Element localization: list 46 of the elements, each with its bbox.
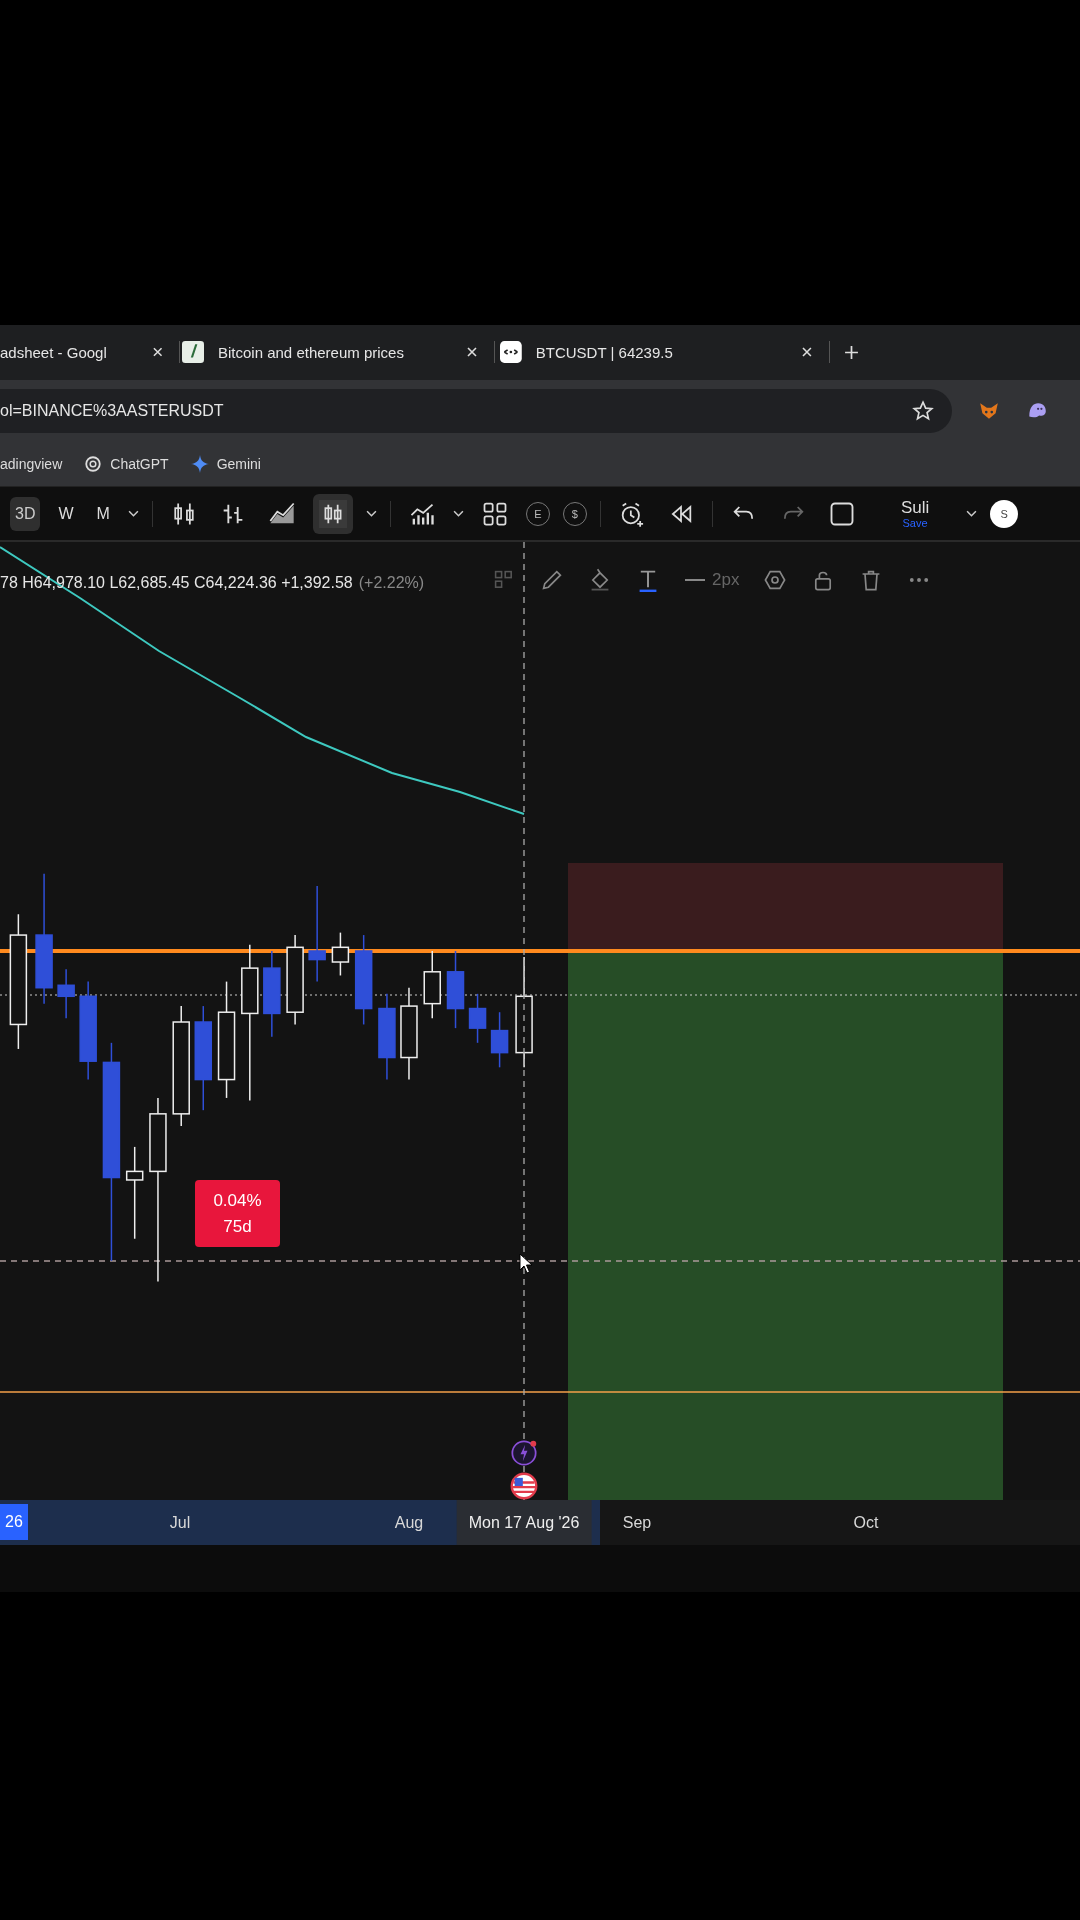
interval-button[interactable]: M xyxy=(91,496,115,531)
close-icon[interactable] xyxy=(151,346,164,359)
candlestick xyxy=(490,1011,509,1069)
tab-title[interactable]: adsheet - Googl xyxy=(0,343,134,361)
axis-date-label: 26 xyxy=(0,1504,28,1540)
candlestick xyxy=(423,950,441,1020)
tab-title[interactable]: Bitcoin and ethereum prices xyxy=(218,343,448,361)
sparkle-icon xyxy=(190,455,209,474)
measure-label: 0.04% 75d xyxy=(195,1180,280,1247)
site-favicon-icon xyxy=(182,341,204,364)
candlestick-icon[interactable] xyxy=(312,493,353,534)
caret-icon[interactable] xyxy=(127,510,139,518)
axis-date-label: Sep xyxy=(622,1513,652,1533)
site-favicon-icon xyxy=(500,341,522,364)
bookmark-link[interactable]: Gemini xyxy=(190,455,261,474)
settings-icon[interactable] xyxy=(763,568,788,592)
tab-title[interactable]: BTCUSDT | 64239.5 xyxy=(535,343,784,361)
candlestick xyxy=(468,993,487,1044)
axis-date-label: Jul xyxy=(169,1513,191,1533)
interval-button[interactable]: W xyxy=(53,496,79,531)
change-percent: (+2.22%) xyxy=(358,574,425,592)
close-icon[interactable] xyxy=(466,346,478,359)
bookmark-link[interactable]: ChatGPT xyxy=(84,455,169,474)
cursor-arrow-icon xyxy=(519,1253,533,1275)
caret-icon[interactable] xyxy=(452,510,464,518)
crosshair-date-label: Mon 17 Aug '26 xyxy=(456,1500,592,1545)
line-width-icon xyxy=(684,578,706,582)
bookmark-star-icon[interactable] xyxy=(912,400,934,423)
candlestick xyxy=(57,968,75,1020)
flag-event-icon[interactable] xyxy=(510,1472,538,1500)
axis-date-label: Aug xyxy=(394,1513,424,1533)
horizontal-line[interactable] xyxy=(0,949,1080,953)
bookmark-link[interactable]: adingview xyxy=(0,456,63,473)
close-icon[interactable] xyxy=(801,346,813,359)
layout-save-button[interactable]: Suli Save xyxy=(900,498,930,529)
axis-date-label: Oct xyxy=(853,1513,879,1533)
user-avatar[interactable]: S xyxy=(990,499,1019,528)
caret-icon[interactable] xyxy=(966,510,978,518)
stop-loss-zone[interactable] xyxy=(568,863,1003,951)
lightning-event-icon[interactable] xyxy=(510,1439,538,1467)
caret-icon[interactable] xyxy=(365,510,377,518)
address-bar[interactable]: ol=BINANCE%3AASTERUSDT xyxy=(0,389,952,434)
interval-button[interactable]: 3D xyxy=(10,496,41,531)
pencil-icon[interactable] xyxy=(540,568,564,592)
new-tab-icon[interactable] xyxy=(844,344,859,360)
candlestick xyxy=(331,931,350,977)
